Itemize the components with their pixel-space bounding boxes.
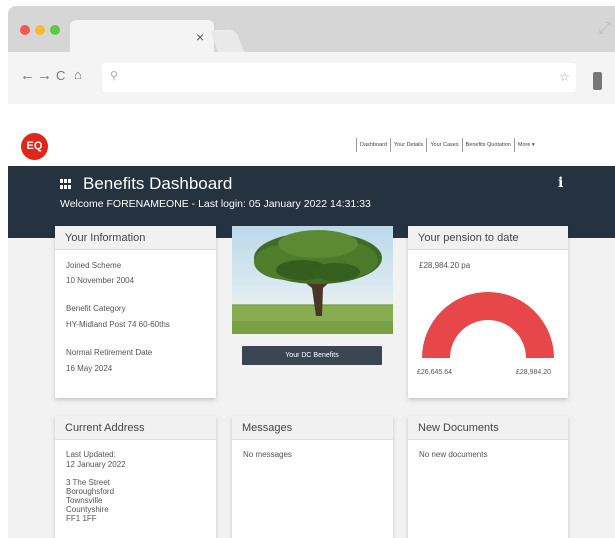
forward-icon[interactable]: → [37,68,52,83]
messages-empty-text: No messages [243,450,292,459]
messages-card: Messages No messages [232,416,393,538]
search-icon: ⚲ [110,70,119,82]
apps-grid-icon [60,179,72,189]
pension-gauge [422,291,554,358]
new-tab-button[interactable] [209,30,245,52]
home-icon[interactable]: ⌂ [74,68,82,81]
tree-image [232,226,393,334]
nav-benefits-quotation[interactable]: Benefits Quotation [463,138,515,152]
close-tab-icon[interactable]: × [196,30,204,44]
back-icon[interactable]: ← [20,68,35,83]
new-documents-card: New Documents No new documents [408,416,568,538]
welcome-message: Welcome FORENAMEONE - Last login: 05 Jan… [60,198,371,210]
nav-more[interactable]: More ▾ [515,138,538,152]
benefit-category-value: HY-Midland Post 74 60-60ths [66,320,170,329]
last-updated-value: 12 January 2022 [66,460,126,469]
nav-your-details[interactable]: Your Details [391,138,428,152]
browser-tab[interactable] [70,20,214,52]
pension-amount: £28,984.20 pa [419,261,471,270]
nav-your-cases[interactable]: Your Cases [427,138,463,152]
pension-card: Your pension to date £28,984.20 pa £26,6… [408,226,568,398]
tab-bar: × ⤢ [8,6,615,52]
nav-dashboard[interactable]: Dashboard [356,138,391,152]
address-line: FF1 1FF [66,514,97,523]
browser-window: × ⤢ ← → C ⌂ ⚲ ☆ EQ Dashboard Your Detail… [8,6,615,538]
address-bar[interactable]: ⚲ ☆ [102,63,576,92]
gauge-fill [422,291,554,358]
card-title: Current Address [55,416,216,440]
minimize-window-button[interactable] [35,25,45,35]
site-header: EQ Dashboard Your Details Your Cases Ben… [8,104,615,166]
retirement-date-label: Normal Retirement Date [66,348,153,357]
gauge-max-label: £28,984.20 [516,369,552,376]
benefit-category-label: Benefit Category [66,304,126,313]
dc-benefits-button[interactable]: Your DC Benefits [242,346,382,365]
top-navigation: Dashboard Your Details Your Cases Benefi… [356,138,538,152]
maximize-window-button[interactable] [50,25,60,35]
card-title: Your pension to date [408,226,568,250]
web-page: EQ Dashboard Your Details Your Cases Ben… [8,104,615,538]
expand-icon[interactable]: ⤢ [598,20,611,38]
card-title: New Documents [408,416,568,440]
reload-icon[interactable]: C [56,69,65,82]
documents-empty-text: No new documents [419,450,488,459]
bookmark-star-icon[interactable]: ☆ [559,70,570,84]
joined-label: Joined Scheme [66,261,122,270]
last-updated-label: Last Updated: [66,450,116,459]
browser-toolbar: ← → C ⌂ ⚲ ☆ [8,52,615,104]
current-address-card: Current Address Last Updated: 12 January… [55,416,216,538]
browser-menu-icon[interactable] [593,72,602,90]
eq-logo[interactable]: EQ [21,133,48,160]
card-title: Your Information [55,226,216,250]
gauge-min-label: £26,645.64 [417,369,453,376]
info-icon[interactable]: i [558,175,563,191]
card-title: Messages [232,416,393,440]
close-window-button[interactable] [20,25,30,35]
retirement-date-value: 16 May 2024 [66,364,113,373]
your-information-card: Your Information Joined Scheme 10 Novemb… [55,226,216,398]
joined-value: 10 November 2004 [66,276,135,285]
page-title: Benefits Dashboard [83,174,233,193]
